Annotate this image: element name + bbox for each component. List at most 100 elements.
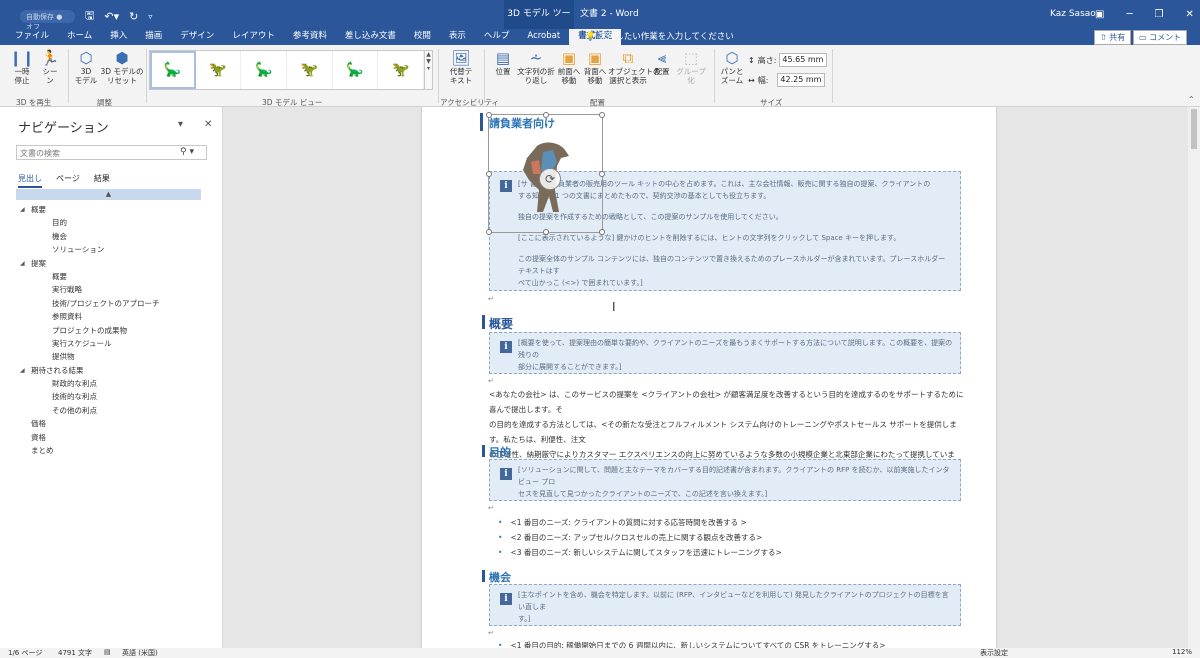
reset-3d-model-button[interactable]: ⬢ 3D モデルの リセット [100, 49, 144, 85]
nav-tab-0[interactable]: 見出し [18, 173, 42, 188]
nav-heading-item[interactable]: ◢ 概要 [18, 203, 218, 216]
nav-heading-item[interactable]: ソリューション [18, 243, 218, 256]
view-option-4[interactable]: 🦖 [287, 51, 333, 89]
tell-me-box[interactable]: 💡 実行したい作業を入力してください [585, 30, 734, 42]
proofing-icon[interactable]: ▤ [104, 648, 111, 656]
ribbon-display-icon[interactable]: ▣ [1095, 0, 1104, 29]
view-option-2[interactable]: 🦖 [196, 51, 242, 89]
tab-1[interactable]: ホーム [58, 29, 101, 45]
nav-heading-item[interactable]: 目的 [18, 216, 218, 229]
comment-button[interactable]: ▭ コメント [1133, 30, 1188, 45]
selection-pane-button[interactable]: ⧉ オブジェクトの 選択と表示 [608, 49, 661, 85]
view-option-6[interactable]: 🦖 [378, 51, 425, 89]
resize-handle[interactable] [486, 229, 492, 235]
resize-handle[interactable] [486, 112, 492, 118]
3d-model-button[interactable]: ⬡ 3D モデル [72, 49, 100, 85]
language[interactable]: 英語 (米国) [122, 648, 158, 658]
nav-tab-1[interactable]: ページ [56, 173, 80, 188]
nav-heading-item[interactable]: 技術/プロジェクトのアプローチ [18, 297, 218, 310]
position-button[interactable]: ▤ 位置 [490, 49, 516, 76]
close-icon[interactable]: ✕ [1185, 0, 1193, 29]
tab-6[interactable]: 参考資料 [284, 29, 336, 45]
view-option-5[interactable]: 🦕 [333, 51, 379, 89]
3d-model-object[interactable]: ⟳ [486, 112, 605, 235]
nav-options-icon[interactable]: ▾ [178, 119, 183, 130]
nav-heading-item[interactable]: 実行戦略 [18, 283, 218, 296]
nav-heading-item[interactable]: プロジェクトの成果物 [18, 324, 218, 337]
nav-heading-item[interactable]: 提供物 [18, 350, 218, 363]
nav-heading-item[interactable]: 財政的な利点 [18, 377, 218, 390]
nav-search-input[interactable]: 文書の検索 ⚲ ▾ [16, 145, 207, 160]
nav-heading-item[interactable]: その他の利点 [18, 404, 218, 417]
tab-9[interactable]: 表示 [440, 29, 475, 45]
zoom-level[interactable]: 112% [1172, 648, 1192, 656]
rotate-3d-handle-icon[interactable]: ⟳ [539, 168, 561, 190]
autosave-toggle[interactable]: 自動保存 ● オフ [20, 10, 75, 31]
display-settings[interactable]: 表示設定 [980, 648, 1008, 658]
tab-0[interactable]: ファイル [6, 29, 58, 45]
expand-caret-icon[interactable]: ◢ [20, 364, 25, 377]
nav-heading-item[interactable]: ◢ 提案 [18, 257, 218, 270]
page-count[interactable]: 1/6 ページ [8, 648, 42, 658]
resize-handle[interactable] [543, 229, 549, 235]
redo-icon[interactable]: ↻ [129, 10, 138, 23]
nav-heading-label: 価格 [31, 419, 46, 429]
nav-heading-item[interactable]: 概要 [18, 270, 218, 283]
share-button[interactable]: ⇧ 共有 [1094, 30, 1132, 45]
undo-icon[interactable]: ↶▾ [104, 10, 119, 23]
view-option-3[interactable]: 🦕 [241, 51, 288, 89]
nav-heading-item[interactable]: 機会 [18, 230, 218, 243]
user-name[interactable]: Kaz Sasao [1050, 0, 1096, 29]
nav-heading-item[interactable]: 資格 [18, 431, 218, 444]
nav-heading-item[interactable]: まとめ [18, 444, 218, 457]
alt-text-button[interactable]: 🖼 代替テ キスト [444, 49, 478, 85]
scene-button[interactable]: 🏃 シー ン [36, 49, 64, 85]
word-count[interactable]: 4791 文字 [58, 648, 92, 658]
nav-heading-item[interactable]: 技術的な利点 [18, 390, 218, 403]
customize-qat-icon[interactable]: ▿ [148, 12, 152, 21]
tab-4[interactable]: デザイン [171, 29, 223, 45]
scrollbar-thumb[interactable] [1191, 109, 1197, 149]
group-icon: ⬚ [683, 49, 699, 67]
vertical-scrollbar[interactable] [1188, 107, 1200, 648]
pause-button[interactable]: ❙❙ 一時 停止 [8, 49, 36, 85]
resize-handle[interactable] [599, 112, 605, 118]
tab-8[interactable]: 校閲 [405, 29, 440, 45]
nav-top-heading-selected[interactable]: ▲ [16, 189, 201, 200]
resize-handle[interactable] [486, 171, 492, 177]
minimize-icon[interactable]: ─ [1126, 0, 1132, 29]
resize-handle[interactable] [599, 171, 605, 177]
tab-10[interactable]: ヘルプ [475, 29, 519, 45]
nav-heading-item[interactable]: 価格 [18, 417, 218, 430]
tab-3[interactable]: 描画 [136, 29, 171, 45]
nav-heading-item[interactable]: 実行スケジュール [18, 337, 218, 350]
tab-5[interactable]: レイアウト [223, 29, 284, 45]
expand-caret-icon[interactable]: ◢ [20, 257, 25, 270]
width-input[interactable]: 42.25 mm [777, 73, 826, 87]
nav-heading-item[interactable]: 参照資料 [18, 310, 218, 323]
height-input[interactable]: 45.65 mm [779, 53, 828, 67]
view-option-1[interactable]: 🦕 [150, 51, 196, 89]
expand-caret-icon[interactable]: ◢ [20, 203, 25, 216]
group-button[interactable]: ⬚ グループ化 [674, 49, 708, 85]
bring-forward-button[interactable]: ▣ 前面へ 移動 [556, 49, 582, 85]
send-backward-button[interactable]: ▣ 背面へ 移動 [582, 49, 608, 85]
nav-tab-2[interactable]: 結果 [94, 173, 110, 188]
tab-11[interactable]: Acrobat [518, 29, 569, 45]
nav-close-icon[interactable]: ✕ [204, 119, 212, 130]
collapse-ribbon-icon[interactable]: ⌃ [1188, 95, 1195, 104]
tip-line: 部分に展開することができます。] [518, 363, 622, 371]
resize-handle[interactable] [599, 229, 605, 235]
tab-7[interactable]: 差し込み文書 [336, 29, 405, 45]
align-button[interactable]: ⫷ 配置 [650, 49, 674, 76]
tab-2[interactable]: 挿入 [101, 29, 136, 45]
pan-zoom-button[interactable]: ⬡ パンと ズーム [718, 49, 746, 85]
search-icon[interactable]: ⚲ ▾ [180, 147, 194, 157]
save-icon[interactable]: 🖫 [85, 7, 94, 26]
resize-handle[interactable] [543, 112, 549, 118]
nav-title: ナビゲーション [18, 121, 109, 136]
nav-heading-item[interactable]: ◢ 期待される結果 [18, 364, 218, 377]
restore-icon[interactable]: ❐ [1154, 0, 1163, 29]
wrap-text-button[interactable]: ⩪ 文字列の折 り返し [516, 49, 556, 85]
gallery-scroll[interactable]: ▲ ▼ ▾ [424, 50, 433, 90]
